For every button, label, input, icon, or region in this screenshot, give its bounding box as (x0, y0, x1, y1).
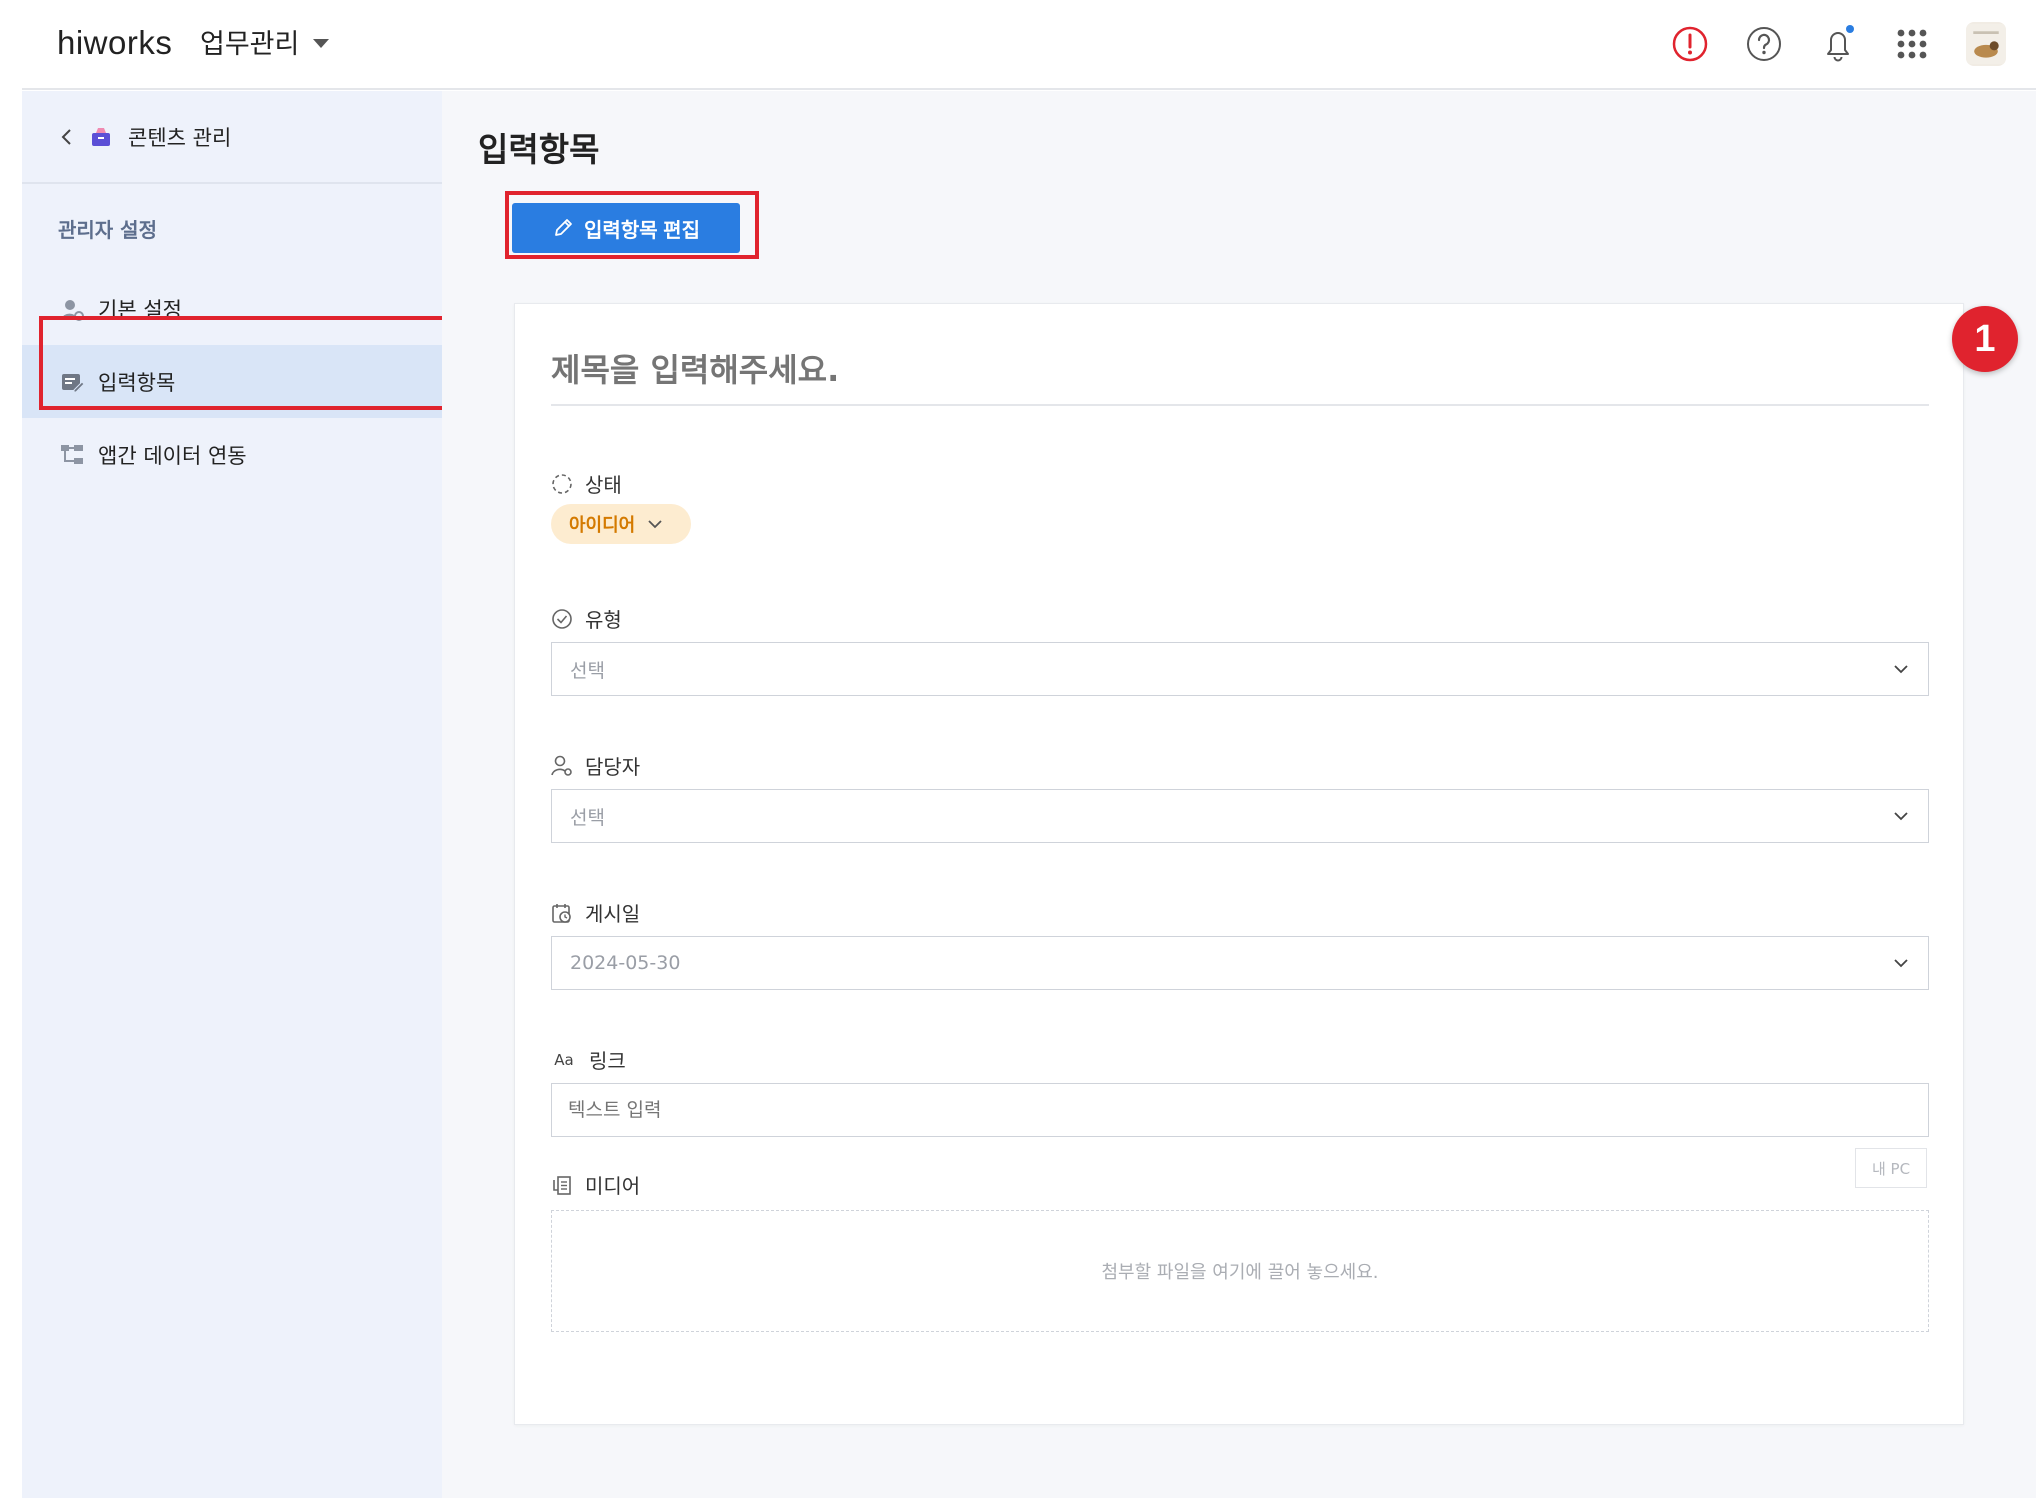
chevron-down-icon (1894, 959, 1908, 968)
highlight-box-sidebar (39, 316, 467, 410)
help-icon[interactable] (1744, 22, 1784, 66)
media-field-label: 미디어 (551, 1170, 640, 1199)
back-label: 콘텐츠 관리 (128, 125, 232, 150)
highlight-box-edit-button (505, 191, 759, 259)
step-number-badge: 1 (1952, 306, 2018, 372)
status-dropdown[interactable]: 아이디어 (551, 504, 691, 544)
title-input[interactable] (551, 336, 1929, 406)
sidebar-item-label: 앱간 데이터 연동 (98, 443, 247, 468)
assignee-label: 담당자 (585, 755, 641, 779)
user-settings-icon (551, 755, 573, 777)
type-select[interactable]: 선택 (551, 642, 1929, 696)
chevron-down-icon (1894, 812, 1908, 821)
link-label: 링크 (589, 1049, 626, 1073)
top-bar: hiworks 업무관리 (22, 0, 2036, 90)
status-label: 상태 (585, 473, 622, 497)
post-date-field-label: 게시일 (551, 898, 640, 927)
assignee-select[interactable]: 선택 (551, 789, 1929, 843)
chevron-down-icon (1894, 665, 1908, 674)
link-text-input[interactable] (551, 1083, 1929, 1137)
back-to-content-management[interactable]: 콘텐츠 관리 (22, 91, 442, 184)
media-file-icon (551, 1174, 573, 1196)
status-dashed-circle-icon (551, 473, 573, 495)
status-value: 아이디어 (569, 515, 636, 536)
sidebar: 콘텐츠 관리 관리자 설정 기본 설정 입력항목 앱간 데이터 연동 (22, 91, 442, 1498)
form-card: 상태 아이디어 유형 선택 담당자 선택 (514, 303, 1964, 1425)
assignee-field-label: 담당자 (551, 751, 640, 780)
bell-icon[interactable] (1818, 22, 1858, 66)
file-dropzone[interactable]: 첨부할 파일을 여기에 끌어 놓으세요. (551, 1210, 1929, 1332)
dropzone-text: 첨부할 파일을 여기에 끌어 놓으세요. (1101, 1262, 1379, 1283)
content-box-icon (92, 127, 110, 146)
page-title: 입력항목 (478, 130, 600, 169)
alert-icon[interactable] (1670, 22, 1710, 66)
post-date-label: 게시일 (585, 902, 641, 926)
text-aa-icon: Aa (554, 1050, 574, 1069)
post-date-select[interactable]: 2024-05-30 (551, 936, 1929, 990)
post-date-value: 2024-05-30 (570, 952, 681, 974)
assignee-select-value: 선택 (570, 806, 605, 829)
app-switcher[interactable]: 업무관리 (200, 22, 330, 61)
caret-down-icon (313, 39, 330, 48)
top-icons (1670, 22, 2006, 66)
data-link-icon (61, 444, 83, 464)
section-title: 관리자 설정 (58, 218, 157, 242)
apps-grid-icon[interactable] (1892, 22, 1932, 66)
my-pc-button[interactable]: 내 PC (1855, 1148, 1927, 1188)
calendar-clock-icon (551, 902, 573, 924)
link-field-label: Aa 링크 (551, 1045, 626, 1074)
check-circle-icon (551, 608, 573, 630)
media-label: 미디어 (585, 1174, 641, 1198)
type-field-label: 유형 (551, 604, 622, 633)
status-field-label: 상태 (551, 469, 622, 498)
hiworks-logo[interactable]: hiworks (57, 24, 172, 62)
app-name: 업무관리 (200, 29, 300, 60)
chevron-left-icon (61, 128, 71, 145)
type-select-value: 선택 (570, 659, 605, 682)
main-content: 입력항목 입력항목 편집 상태 아이디어 유형 선택 (442, 91, 2036, 1498)
chevron-down-icon (648, 520, 662, 529)
type-label: 유형 (585, 608, 622, 632)
avatar[interactable] (1966, 22, 2006, 66)
sidebar-item-data-link[interactable]: 앱간 데이터 연동 (22, 418, 442, 491)
